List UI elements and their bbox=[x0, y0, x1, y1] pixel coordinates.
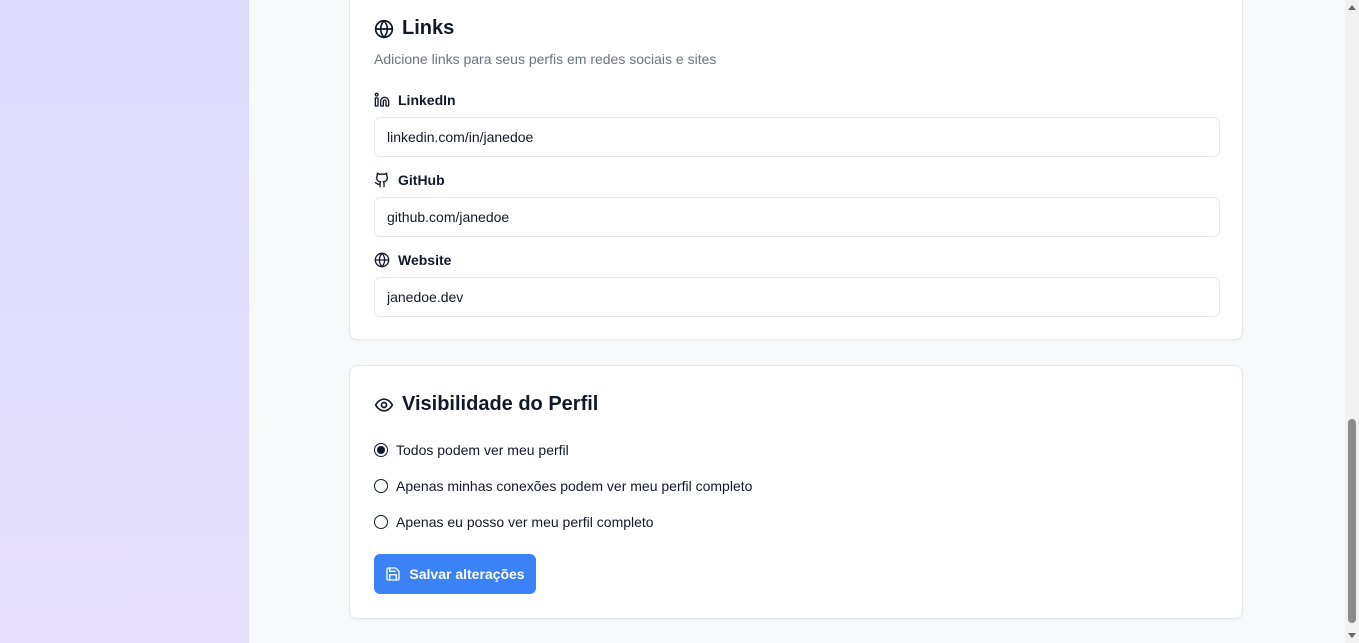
links-title-text: Links bbox=[402, 17, 455, 39]
visibility-option-label: Apenas minhas conexões podem ver meu per… bbox=[396, 478, 753, 494]
website-label: Website bbox=[374, 252, 451, 268]
visibility-option-connections[interactable]: Apenas minhas conexões podem ver meu per… bbox=[374, 478, 752, 494]
website-label-text: Website bbox=[398, 252, 452, 268]
save-icon bbox=[386, 567, 401, 581]
scrollbar-thumb[interactable] bbox=[1348, 419, 1356, 623]
radio-button[interactable] bbox=[374, 479, 388, 493]
github-label: GitHub bbox=[374, 172, 445, 188]
save-changes-button[interactable]: Salvar alterações bbox=[374, 554, 536, 594]
main-content: Links Adicione links para seus perfis em… bbox=[249, 0, 1345, 643]
linkedin-label: LinkedIn bbox=[374, 92, 456, 108]
visibility-title-text: Visibilidade do Perfil bbox=[402, 393, 599, 415]
scroll-down-arrow-icon[interactable] bbox=[1348, 633, 1356, 638]
globe-icon bbox=[374, 252, 390, 268]
visibility-option-everyone[interactable]: Todos podem ver meu perfil bbox=[374, 442, 569, 458]
globe-icon bbox=[374, 19, 394, 38]
github-label-text: GitHub bbox=[398, 172, 445, 188]
linkedin-input[interactable] bbox=[374, 117, 1220, 157]
linkedin-label-text: LinkedIn bbox=[398, 92, 456, 108]
scroll-up-arrow-icon[interactable] bbox=[1348, 5, 1356, 10]
links-subtitle: Adicione links para seus perfis em redes… bbox=[374, 51, 717, 67]
github-input[interactable] bbox=[374, 197, 1220, 237]
eye-icon bbox=[374, 397, 394, 412]
visibility-card: Visibilidade do Perfil Todos podem ver m… bbox=[349, 365, 1243, 619]
links-title: Links bbox=[374, 17, 454, 40]
visibility-option-label: Todos podem ver meu perfil bbox=[396, 442, 569, 458]
linkedin-icon bbox=[374, 92, 390, 107]
github-icon bbox=[374, 172, 389, 188]
links-card: Links Adicione links para seus perfis em… bbox=[349, 0, 1243, 340]
radio-button-selected[interactable] bbox=[374, 443, 388, 457]
vertical-scrollbar[interactable] bbox=[1345, 0, 1359, 643]
visibility-title: Visibilidade do Perfil bbox=[374, 393, 598, 416]
visibility-option-label: Apenas eu posso ver meu perfil completo bbox=[396, 514, 654, 530]
save-button-label: Salvar alterações bbox=[409, 566, 525, 582]
radio-button[interactable] bbox=[374, 515, 388, 529]
website-input[interactable] bbox=[374, 277, 1220, 317]
visibility-option-only-me[interactable]: Apenas eu posso ver meu perfil completo bbox=[374, 514, 654, 530]
left-panel bbox=[0, 0, 249, 643]
